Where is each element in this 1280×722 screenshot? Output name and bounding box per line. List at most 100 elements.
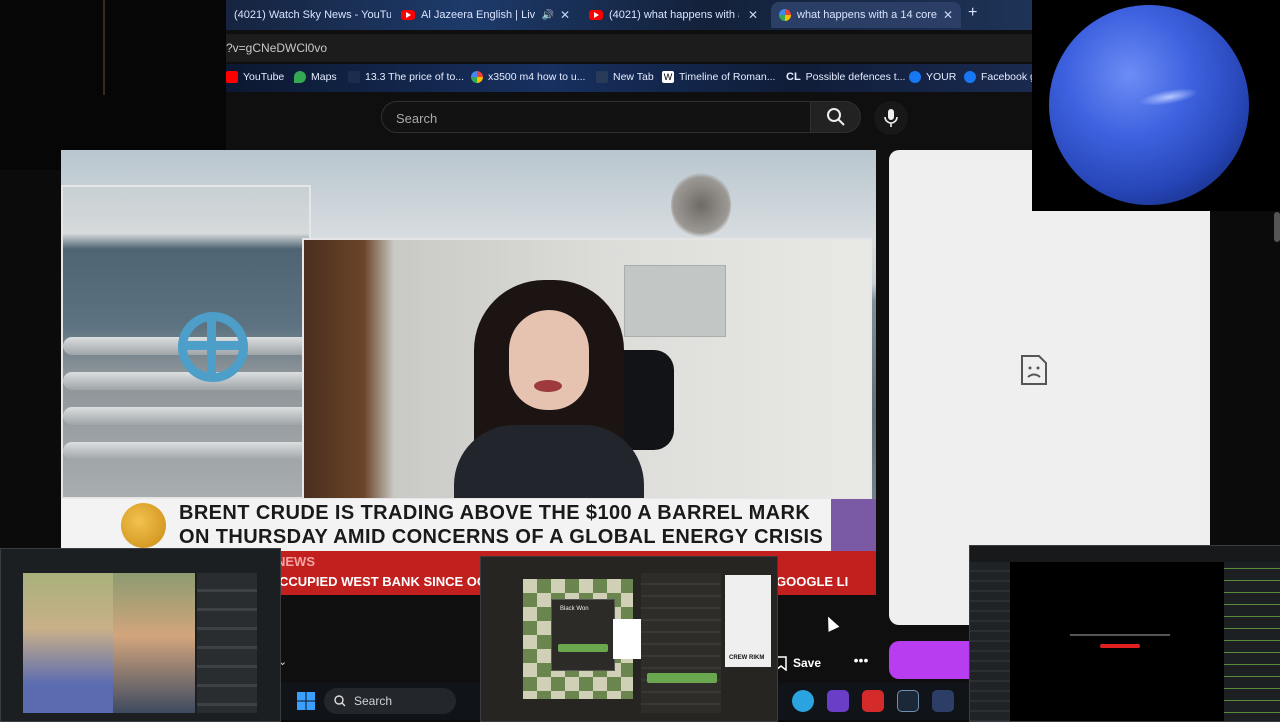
speaker-icon[interactable]: 🔊 <box>541 10 553 21</box>
video-player[interactable]: BRENT CRUDE IS TRADING ABOVE THE $100 A … <box>61 150 876 595</box>
bookmarks-bar: YouTube Maps 13.3 The price of to... x35… <box>226 64 1036 92</box>
bookmark-label: 13.3 The price of to... <box>365 71 465 83</box>
taskbar-search-label: Search <box>354 694 393 708</box>
neptune-image-window <box>1032 0 1280 211</box>
close-tab-icon[interactable]: ✕ <box>560 8 570 22</box>
search-icon <box>334 695 346 707</box>
more-options-icon[interactable]: ••• <box>852 652 870 672</box>
new-tab-button[interactable]: + <box>968 4 977 22</box>
window-preview-left[interactable] <box>0 548 281 722</box>
facebook-icon <box>964 71 976 83</box>
al-jazeera-logo-area <box>61 499 179 551</box>
lower-third-banner: BRENT CRUDE IS TRADING ABOVE THE $100 A … <box>61 499 831 551</box>
bookmark-label: Timeline of Roman... <box>679 71 776 83</box>
search-input[interactable] <box>394 108 798 128</box>
wall-cabinet <box>624 265 726 337</box>
bookmark-maps[interactable]: Maps <box>294 71 337 83</box>
gamepad-icon[interactable] <box>932 690 954 712</box>
google-icon <box>779 9 791 21</box>
close-tab-icon[interactable]: ✕ <box>748 8 758 22</box>
corner-graphic <box>831 499 876 551</box>
tab-al-jazeera[interactable]: Al Jazeera English | Live 🔊 ✕ <box>393 2 578 28</box>
preview-text-line <box>1070 634 1170 636</box>
telegram-icon[interactable] <box>792 690 814 712</box>
tab-title: what happens with a 14 core xe <box>797 9 937 21</box>
tab-title: (4021) what happens with a 14 <box>609 9 739 21</box>
bookmark-label: New Tab <box>613 71 654 83</box>
steam-icon[interactable] <box>897 690 919 712</box>
pipeline-footage <box>61 185 311 499</box>
window-preview-chess[interactable]: Black Won CREW RIKM <box>480 556 778 722</box>
google-icon <box>471 71 483 83</box>
page-icon <box>348 71 360 83</box>
dialog-green-button <box>558 644 608 652</box>
pipe <box>63 407 309 425</box>
bookmark-facebook-group[interactable]: Facebook g <box>964 71 1036 83</box>
app-red-icon[interactable] <box>862 690 884 712</box>
youtube-icon <box>401 10 415 20</box>
poster-image: CREW RIKM <box>725 575 771 667</box>
tab-google-search[interactable]: what happens with a 14 core xe ✕ <box>771 2 961 28</box>
news-label: NEWS <box>276 554 315 569</box>
wikipedia-icon: W <box>662 71 674 83</box>
scrollbar-thumb[interactable] <box>1274 212 1280 242</box>
bookmark-x3500[interactable]: x3500 m4 how to u... <box>471 71 585 83</box>
speaker-face <box>509 310 589 410</box>
tab-strip: (4021) Watch Sky News - YouTu ✕ Al Jazee… <box>226 0 1032 30</box>
windows-start-icon[interactable] <box>296 691 316 711</box>
pipe <box>63 372 309 390</box>
maps-pin-icon <box>294 71 306 83</box>
bookmark-youtube[interactable]: YouTube <box>226 71 284 83</box>
address-bar[interactable]: ?v=gCNeDWCl0vo <box>226 34 1032 62</box>
broken-page-icon <box>1021 355 1047 385</box>
microphone-icon <box>884 109 898 127</box>
bookmark-label: Possible defences t... <box>805 71 906 83</box>
voice-search-button[interactable] <box>874 101 908 135</box>
bookmark-defences[interactable]: CL Possible defences t... <box>786 71 905 83</box>
app-purple-icon[interactable] <box>827 690 849 712</box>
close-tab-icon[interactable]: ✕ <box>943 8 953 22</box>
pipe <box>63 442 309 460</box>
tab-14-core-video[interactable]: (4021) what happens with a 14 ✕ <box>581 2 766 28</box>
window-edge-stripe <box>103 0 105 95</box>
preview-video <box>1010 562 1224 721</box>
youtube-search-box <box>381 101 811 133</box>
tab-sky-news[interactable]: (4021) Watch Sky News - YouTu ✕ <box>226 2 391 28</box>
game-result-dialog: Black Won <box>551 599 615 671</box>
speaker-shirt <box>454 425 644 498</box>
neptune-planet <box>1049 5 1249 205</box>
planet-cloud-band <box>1138 84 1200 110</box>
bookmark-label: YOUR <box>926 71 957 83</box>
bookmark-roman[interactable]: W Timeline of Roman... <box>662 71 775 83</box>
bookmark-label: Maps <box>311 71 337 83</box>
cl-icon: CL <box>786 71 801 83</box>
bookmark-label: YouTube <box>243 71 285 83</box>
dialog-text: Black Won <box>560 606 589 612</box>
tab-title: Al Jazeera English | Live <box>421 9 536 21</box>
speaker-mouth <box>534 380 562 392</box>
save-button[interactable]: Save <box>775 652 821 674</box>
preview-sidebar <box>197 573 257 713</box>
bookmark-label: Facebook g <box>981 71 1036 83</box>
ticker-text-right: GOOGLE LI <box>776 574 849 589</box>
globe-icon <box>596 71 608 83</box>
search-icon <box>826 108 845 126</box>
preview-person <box>23 573 113 713</box>
youtube-icon <box>589 10 603 20</box>
bookmark-new-tab[interactable]: New Tab <box>596 71 654 83</box>
bookmark-price[interactable]: 13.3 The price of to... <box>348 71 464 83</box>
taskbar-search[interactable]: Search <box>324 688 456 714</box>
headline-line-2: ON THURSDAY AMID CONCERNS OF A GLOBAL EN… <box>179 526 824 548</box>
search-button[interactable] <box>811 101 861 133</box>
bookmark-label: x3500 m4 how to u... <box>488 71 586 83</box>
url-text: ?v=gCNeDWCl0vo <box>226 41 328 55</box>
ticker-text: CCUPIED WEST BANK SINCE OC <box>279 574 487 589</box>
valve-wheel <box>178 312 248 382</box>
preview-red-button <box>1100 644 1140 648</box>
interviewee-video <box>302 238 872 500</box>
window-preview-right[interactable] <box>969 545 1280 722</box>
poster-text: CREW RIKM <box>729 655 765 661</box>
bookmark-your[interactable]: YOUR <box>909 71 956 83</box>
accent-button[interactable] <box>889 641 969 679</box>
headline-line-1: BRENT CRUDE IS TRADING ABOVE THE $100 A … <box>179 502 811 524</box>
